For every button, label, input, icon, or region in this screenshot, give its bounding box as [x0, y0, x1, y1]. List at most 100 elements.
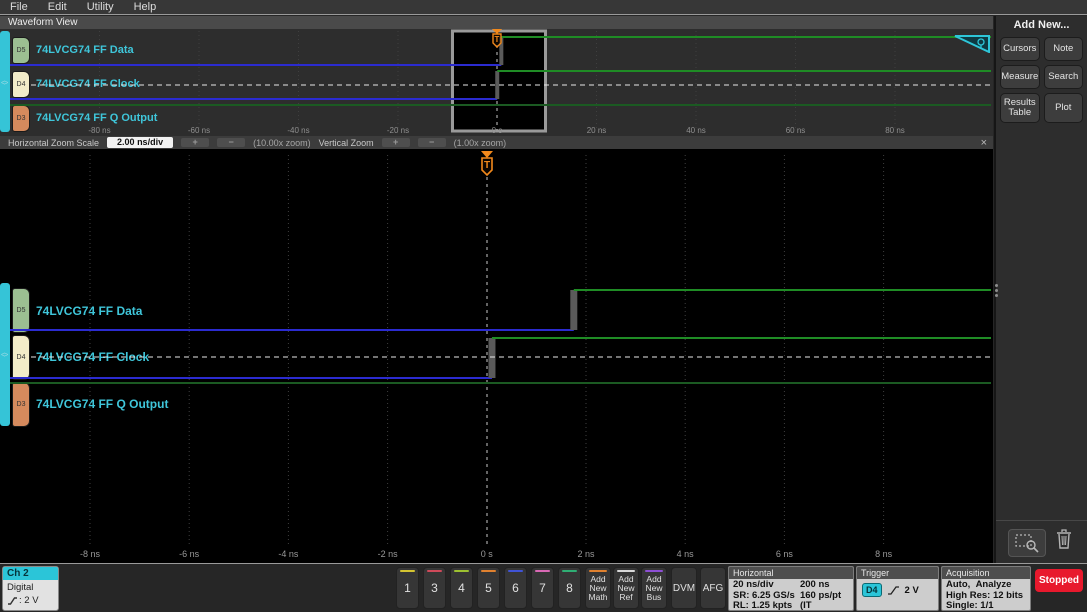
v-zoom-factor: (1.00x zoom): [453, 137, 507, 148]
horizontal-panel-title: Horizontal: [729, 567, 853, 579]
digital-channel-6-button[interactable]: 6: [504, 567, 527, 609]
axis-tick-label: 4 ns: [676, 549, 694, 559]
axis-tick-label: -20 ns: [386, 126, 410, 135]
channel-tab-d3[interactable]: D3: [12, 382, 30, 427]
trigger-marker-main[interactable]: T: [478, 151, 496, 184]
afg-button[interactable]: AFG: [700, 567, 726, 609]
resolution: 160 ps/pt (IT: [799, 589, 842, 611]
h-zoom-minus-button[interactable]: −: [217, 138, 246, 147]
channel-tab-d5[interactable]: D5: [12, 288, 30, 333]
acquisition-panel-title: Acquisition: [942, 567, 1030, 579]
axis-tick-label: 0 s: [480, 549, 493, 559]
bottom-bar: Ch 2 Digital : 2 V 1 3 4 5 6 7 8 Add New Math Add N…: [0, 563, 1087, 612]
group-expand-icon[interactable]: <>: [1, 352, 8, 359]
channel-2-threshold: : 2 V: [19, 595, 39, 606]
group-expand-icon[interactable]: <>: [1, 80, 8, 87]
channel-tab-d4[interactable]: D4: [12, 71, 30, 98]
add-button-label: Add New Math: [588, 573, 608, 602]
channel-tab-d4-label: D4: [16, 354, 26, 361]
v-zoom-plus-button[interactable]: +: [381, 138, 410, 147]
v-zoom-minus-button[interactable]: −: [417, 138, 446, 147]
waveform-main-view[interactable]: <> D5 D4 D3 74LVCG74 FF Data 74LVCG74 FF…: [0, 149, 993, 563]
channel-label-d3: 74LVCG74 FF Q Output: [36, 397, 169, 411]
draw-a-box-zoom-icon[interactable]: [954, 35, 990, 58]
acquisition-count: Single: 1/1: [946, 600, 994, 611]
waveform-view-tab[interactable]: Waveform View: [0, 16, 993, 29]
axis-tick-label: -60 ns: [187, 126, 211, 135]
add-button-label: Add New Bus: [645, 573, 663, 602]
digital-channel-label: 6: [512, 581, 519, 595]
digital-channel-8-button[interactable]: 8: [558, 567, 581, 609]
rising-edge-icon: [887, 585, 899, 595]
waveform-area: Waveform View <> D5 D4 D3 74LVCG74 FF Da…: [0, 16, 993, 563]
trigger-level: 2 V: [904, 584, 919, 596]
axis-tick-label: -40 ns: [287, 126, 310, 135]
window-duration: 200 ns: [799, 579, 830, 590]
channel-label-d5: 74LVCG74 FF Data: [36, 304, 143, 318]
box-zoom-icon: [1015, 534, 1039, 553]
axis-tick-label: 8 ns: [875, 549, 893, 559]
channel-label-d5: 74LVCG74 FF Data: [36, 44, 134, 56]
oscilloscope-app: File Edit Utility Help Waveform View <> …: [0, 0, 1087, 612]
trigger-panel[interactable]: Trigger D4 2 V: [856, 566, 939, 611]
channel-2-name: Ch 2: [3, 567, 58, 580]
digital-channel-7-button[interactable]: 7: [531, 567, 554, 609]
trash-icon[interactable]: [1055, 528, 1073, 555]
results-table-button[interactable]: Results Table: [1000, 93, 1040, 123]
note-button[interactable]: Note: [1043, 37, 1083, 61]
h-zoom-plus-button[interactable]: +: [181, 138, 210, 147]
zoom-toolbar: Horizontal Zoom Scale 2.00 ns/div + − (1…: [0, 136, 993, 149]
add-new-bus-button[interactable]: Add New Bus: [641, 567, 667, 609]
afg-label: AFG: [702, 582, 724, 594]
trigger-marker-overview[interactable]: T: [490, 29, 504, 56]
digital-channel-5-button[interactable]: 5: [477, 567, 500, 609]
channel-tab-d3-label: D3: [16, 401, 26, 408]
add-new-math-button[interactable]: Add New Math: [585, 567, 611, 609]
horizontal-scale: 20 ns/div: [733, 579, 774, 590]
trigger-panel-title: Trigger: [857, 567, 938, 579]
add-new-ref-button[interactable]: Add New Ref: [613, 567, 639, 609]
axis-tick-label: 2 ns: [577, 549, 595, 559]
acquisition-panel[interactable]: Acquisition Auto, Analyze High Res: 12 b…: [941, 566, 1031, 611]
add-new-title: Add New...: [1013, 19, 1070, 31]
channel-tab-d5-label: D5: [16, 307, 26, 314]
channel-tab-d3[interactable]: D3: [12, 105, 30, 132]
axis-tick-label: 6 ns: [775, 549, 793, 559]
search-button[interactable]: Search: [1043, 65, 1083, 89]
plot-button[interactable]: Plot: [1043, 93, 1083, 123]
menu-file[interactable]: File: [10, 1, 28, 13]
waveform-overview[interactable]: <> D5 D4 D3 74LVCG74 FF Data 74LVCG74 FF…: [0, 29, 993, 136]
menu-utility[interactable]: Utility: [87, 1, 114, 13]
horizontal-zoom-scale-input[interactable]: 2.00 ns/div: [107, 137, 174, 148]
channel-2-badge[interactable]: Ch 2 Digital : 2 V: [2, 566, 59, 611]
acquisition-analyze: Analyze: [975, 579, 1012, 590]
horizontal-panel[interactable]: Horizontal 20 ns/div SR: 6.25 GS/s RL: 1…: [728, 566, 854, 611]
axis-tick-label: -4 ns: [278, 549, 299, 559]
close-zoom-icon[interactable]: ×: [981, 137, 987, 149]
channel-tab-d4-label: D4: [16, 81, 26, 88]
channel-tab-d5[interactable]: D5: [12, 37, 30, 64]
digital-channel-3-button[interactable]: 3: [423, 567, 446, 609]
menu-help[interactable]: Help: [134, 1, 157, 13]
digital-channel-4-button[interactable]: 4: [450, 567, 473, 609]
axis-tick-label: 20 ns: [586, 126, 607, 135]
channel-label-d4: 74LVCG74 FF Clock: [36, 78, 140, 90]
digital-channel-1-button[interactable]: 1: [396, 567, 419, 609]
measure-button[interactable]: Measure: [1000, 65, 1040, 89]
channel-tab-d3-label: D3: [16, 115, 26, 122]
vertical-zoom-label: Vertical Zoom: [318, 137, 374, 148]
panel-footer: [996, 520, 1087, 563]
digital-channel-label: 4: [458, 581, 465, 595]
channel-tab-d5-label: D5: [16, 47, 26, 54]
run-stop-status-button[interactable]: Stopped: [1035, 569, 1083, 592]
axis-tick-label: 60 ns: [785, 126, 806, 135]
dvm-button[interactable]: DVM: [671, 567, 697, 609]
add-new-panel: Add New... Cursors Note Measure Search R…: [994, 16, 1087, 563]
panel-grip-handle[interactable]: [995, 284, 998, 297]
channel-tab-d4[interactable]: D4: [12, 335, 30, 380]
menu-edit[interactable]: Edit: [48, 1, 67, 13]
box-zoom-tool-button[interactable]: [1008, 529, 1046, 557]
cursors-button[interactable]: Cursors: [1000, 37, 1040, 61]
edge-threshold-icon: [8, 596, 17, 605]
add-button-label: Add New Ref: [617, 573, 635, 602]
